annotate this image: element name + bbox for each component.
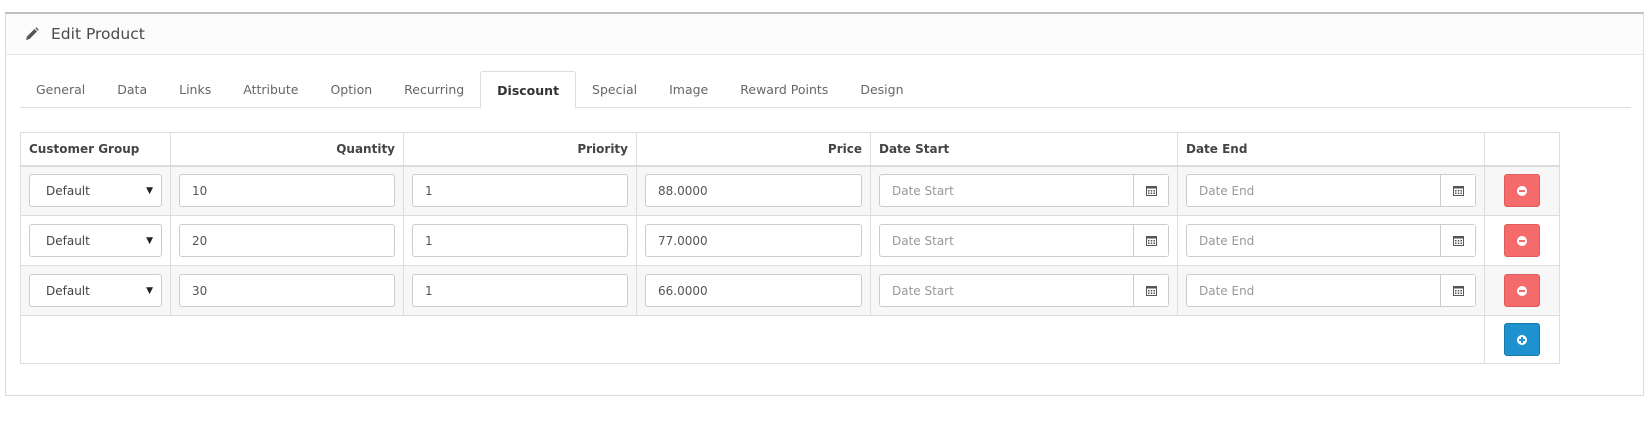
priority-input[interactable]: 1 [412, 174, 628, 208]
tab-option[interactable]: Option [314, 71, 388, 108]
caret-down-icon: ▼ [146, 235, 153, 246]
calendar-button[interactable] [1133, 225, 1168, 256]
date-start-input[interactable]: Date Start [880, 175, 1133, 206]
header-price: Price [636, 132, 871, 167]
header-priority: Priority [403, 132, 637, 167]
date-start-group: Date Start [879, 174, 1169, 208]
date-end-input[interactable]: Date End [1187, 275, 1440, 306]
calendar-icon [1145, 236, 1157, 246]
table-row: Default ▼ 20 1 77.0000 Date Start Date E… [20, 215, 1560, 266]
calendar-icon [1452, 286, 1464, 296]
calendar-icon [1145, 286, 1157, 296]
header-date-start: Date Start [870, 132, 1178, 167]
calendar-button[interactable] [1133, 175, 1168, 207]
calendar-icon [1145, 186, 1157, 197]
remove-discount-button[interactable] [1504, 174, 1540, 208]
price-input[interactable]: 77.0000 [645, 224, 862, 257]
date-end-group: Date End [1186, 224, 1476, 257]
quantity-input[interactable]: 10 [179, 174, 395, 208]
tab-special[interactable]: Special [576, 71, 653, 108]
customer-group-select[interactable]: Default ▼ [29, 274, 162, 307]
caret-down-icon: ▼ [146, 185, 153, 196]
remove-discount-button[interactable] [1504, 224, 1540, 257]
price-input[interactable]: 66.0000 [645, 274, 862, 307]
tab-recurring[interactable]: Recurring [388, 71, 480, 108]
tab-reward-points[interactable]: Reward Points [724, 71, 844, 108]
customer-group-select[interactable]: Default ▼ [29, 174, 162, 208]
date-end-group: Date End [1186, 174, 1476, 208]
date-end-group: Date End [1186, 274, 1476, 307]
date-start-input[interactable]: Date Start [880, 225, 1133, 256]
date-end-input[interactable]: Date End [1187, 225, 1440, 256]
discount-table: Customer Group Quantity Priority Price D… [20, 132, 1560, 364]
calendar-button[interactable] [1440, 175, 1475, 207]
price-input[interactable]: 88.0000 [645, 174, 862, 208]
minus-circle-icon [1517, 285, 1527, 296]
panel-heading: Edit Product [6, 14, 1643, 55]
minus-circle-icon [1517, 185, 1527, 196]
header-actions [1484, 132, 1560, 167]
tab-data[interactable]: Data [101, 71, 163, 108]
table-footer-row [20, 315, 1560, 364]
edit-product-panel: Edit Product General Data Links Attribut… [5, 12, 1644, 396]
calendar-button[interactable] [1133, 275, 1168, 306]
priority-input[interactable]: 1 [412, 224, 628, 257]
date-start-group: Date Start [879, 274, 1169, 307]
tab-links[interactable]: Links [163, 71, 227, 108]
select-value: Default [46, 183, 90, 198]
remove-discount-button[interactable] [1504, 274, 1540, 307]
plus-circle-icon [1517, 334, 1527, 345]
table-header-row: Customer Group Quantity Priority Price D… [20, 132, 1560, 167]
tab-general[interactable]: General [20, 71, 101, 108]
caret-down-icon: ▼ [146, 285, 153, 296]
table-row: Default ▼ 10 1 88.0000 Date Start Date E… [20, 165, 1560, 216]
table-row: Default ▼ 30 1 66.0000 Date Start Date E… [20, 265, 1560, 316]
tab-attribute[interactable]: Attribute [227, 71, 314, 108]
quantity-input[interactable]: 20 [179, 224, 395, 257]
priority-input[interactable]: 1 [412, 274, 628, 307]
tab-image[interactable]: Image [653, 71, 724, 108]
calendar-icon [1452, 186, 1464, 197]
date-end-input[interactable]: Date End [1187, 175, 1440, 206]
select-value: Default [46, 233, 90, 248]
tab-discount[interactable]: Discount [480, 71, 577, 109]
header-customer-group: Customer Group [20, 132, 171, 167]
header-date-end: Date End [1177, 132, 1485, 167]
tab-bar: General Data Links Attribute Option Recu… [20, 71, 1631, 109]
add-discount-button[interactable] [1504, 323, 1540, 356]
header-quantity: Quantity [170, 132, 404, 167]
minus-circle-icon [1517, 235, 1527, 246]
quantity-input[interactable]: 30 [179, 274, 395, 307]
page-title: Edit Product [51, 25, 145, 43]
date-start-group: Date Start [879, 224, 1169, 257]
select-value: Default [46, 283, 90, 298]
tab-design[interactable]: Design [844, 71, 919, 108]
calendar-button[interactable] [1440, 225, 1475, 256]
calendar-button[interactable] [1440, 275, 1475, 306]
calendar-icon [1452, 236, 1464, 246]
customer-group-select[interactable]: Default ▼ [29, 224, 162, 257]
date-start-input[interactable]: Date Start [880, 275, 1133, 306]
pencil-icon [24, 26, 40, 42]
